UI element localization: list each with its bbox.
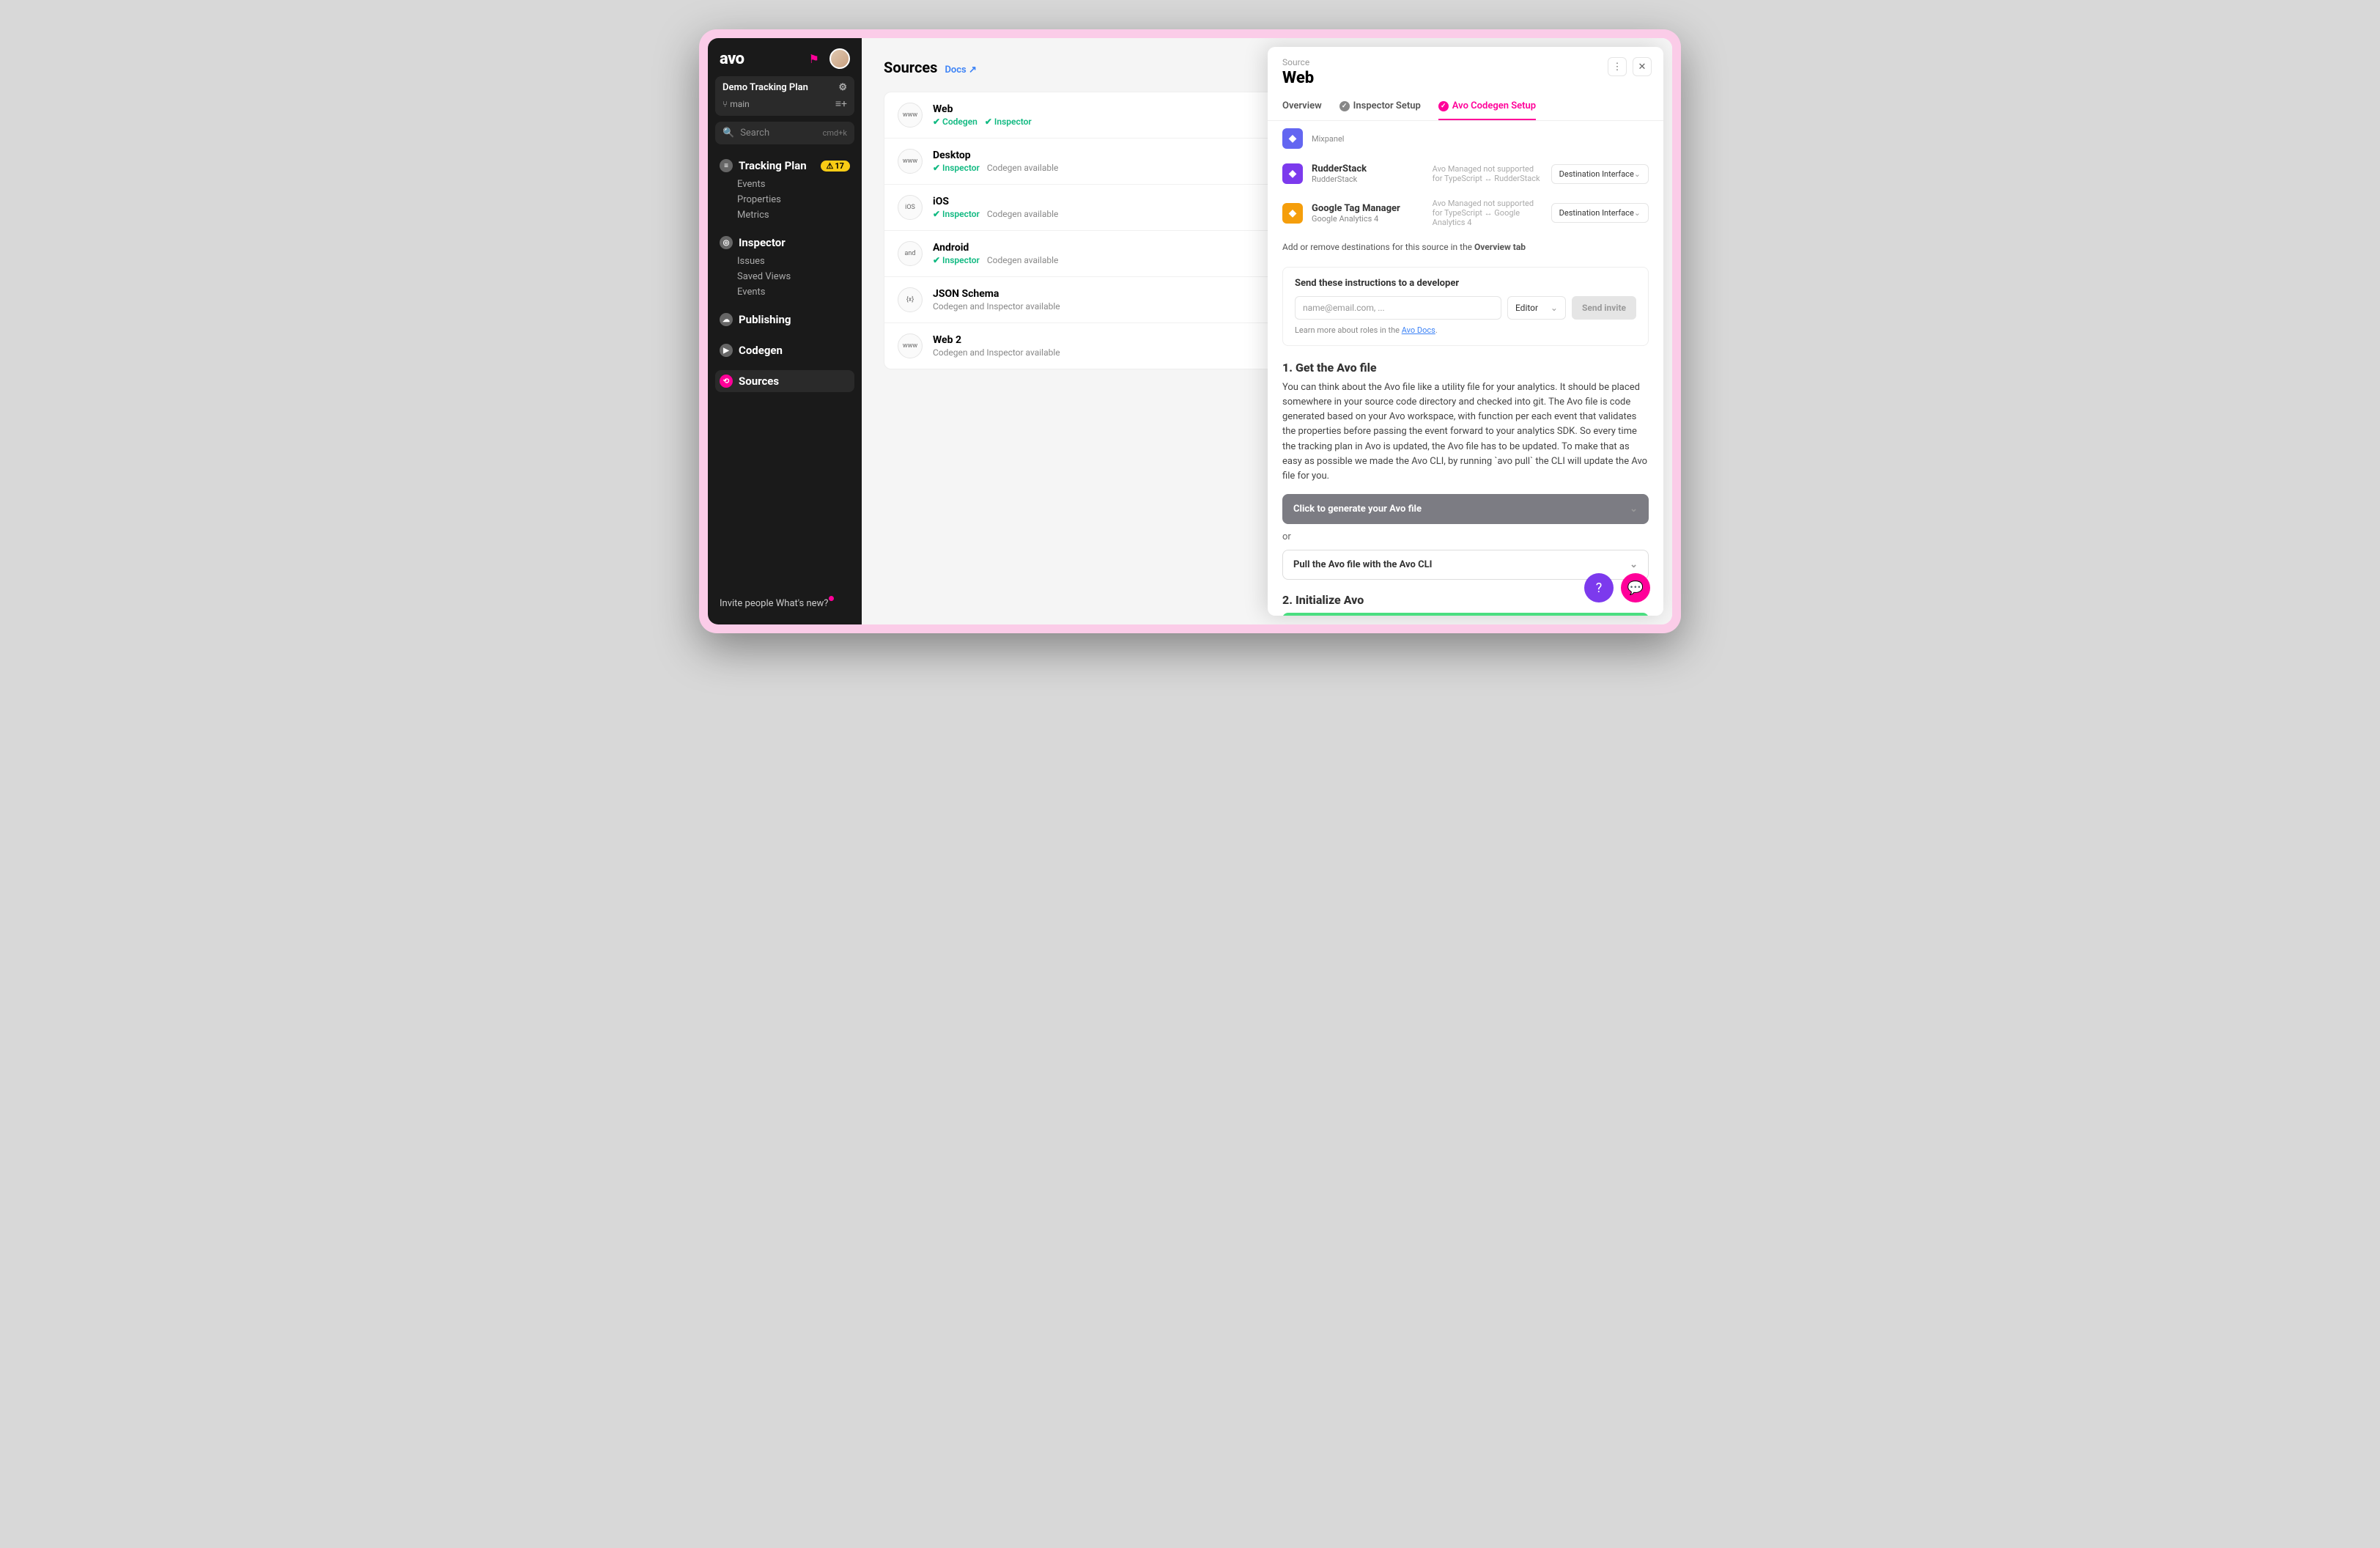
workspace-name: Demo Tracking Plan xyxy=(722,82,808,93)
close-icon[interactable]: ✕ xyxy=(1633,57,1652,76)
source-title: Web xyxy=(1282,69,1649,87)
codegen-icon: ▶ xyxy=(720,344,733,357)
nav-publishing[interactable]: ☁ Publishing xyxy=(715,309,854,331)
destination-icon: ◆ xyxy=(1282,203,1303,224)
destination-icon: ◆ xyxy=(1282,163,1303,184)
add-branch-icon[interactable]: ≡+ xyxy=(835,97,847,110)
destination-name: Google Tag Manager xyxy=(1312,203,1424,214)
branch-name: ⑂ main xyxy=(722,99,750,109)
chevron-down-icon: ⌄ xyxy=(1630,504,1638,515)
or-text: or xyxy=(1282,531,1649,542)
source-icon: www xyxy=(898,149,923,174)
issues-badge: ⚠ 17 xyxy=(821,161,851,172)
source-icon: and xyxy=(898,241,923,266)
nav-inspector[interactable]: ◎ Inspector xyxy=(715,232,854,254)
publishing-icon: ☁ xyxy=(720,313,733,326)
nav-events[interactable]: Events xyxy=(737,177,854,192)
generate-avo-button[interactable]: Click to generate your Avo file⌄ xyxy=(1282,494,1649,524)
destination-row: ◆ Mixpanel xyxy=(1282,121,1649,156)
destination-sub: Google Analytics 4 xyxy=(1312,214,1424,224)
destination-note: Avo Managed not supported for TypeScript… xyxy=(1433,199,1542,227)
source-icon: www xyxy=(898,103,923,128)
breadcrumb: Source xyxy=(1282,57,1649,67)
destination-row: ◆ RudderStack RudderStack Avo Managed no… xyxy=(1282,156,1649,191)
destination-mode-select[interactable]: Destination Interface⌄ xyxy=(1551,203,1649,223)
avatar[interactable] xyxy=(829,48,850,69)
step1-title: 1. Get the Avo file xyxy=(1282,361,1649,375)
send-invite-button[interactable]: Send invite xyxy=(1572,296,1636,320)
tracking-plan-icon: ≡ xyxy=(720,159,733,172)
nav-issues[interactable]: Issues xyxy=(737,254,854,269)
chat-button[interactable]: 💬 xyxy=(1621,573,1650,602)
avo-docs-link[interactable]: Avo Docs xyxy=(1402,325,1435,335)
search-input[interactable]: 🔍 Search cmd+k xyxy=(715,122,854,144)
search-icon: 🔍 xyxy=(722,128,734,139)
workspace-switcher[interactable]: Demo Tracking Plan ⚙ ⑂ main ≡+ xyxy=(715,76,854,116)
nav-sources[interactable]: ⟲ Sources xyxy=(715,370,854,392)
flag-icon[interactable]: ⚑ xyxy=(809,52,819,66)
learn-more: Learn more about roles in the Avo Docs. xyxy=(1295,325,1636,335)
source-detail-panel: Source Web ⋮ ✕ Overview ✓Inspector Setup… xyxy=(1268,47,1663,616)
tab-inspector-setup[interactable]: ✓Inspector Setup xyxy=(1339,95,1421,120)
source-icon: iOS xyxy=(898,195,923,220)
logo: avo xyxy=(720,50,744,68)
chevron-down-icon: ⌄ xyxy=(1630,559,1638,570)
destination-sub: RudderStack xyxy=(1312,174,1424,184)
destination-icon: ◆ xyxy=(1282,128,1303,149)
nav-tracking-plan[interactable]: ≡ Tracking Plan ⚠ 17 xyxy=(715,155,854,177)
more-icon[interactable]: ⋮ xyxy=(1608,57,1627,76)
check-icon: ✓ xyxy=(1438,101,1449,111)
invite-people[interactable]: Invite people xyxy=(720,596,774,611)
destination-note: Add or remove destinations for this sour… xyxy=(1282,242,1649,252)
gear-icon[interactable]: ⚙ xyxy=(838,82,847,93)
role-select[interactable]: Editor⌄ xyxy=(1507,296,1566,320)
tab-codegen-setup[interactable]: ✓Avo Codegen Setup xyxy=(1438,95,1536,120)
nav-inspector-events[interactable]: Events xyxy=(737,284,854,300)
destination-mode-select[interactable]: Destination Interface⌄ xyxy=(1551,164,1649,184)
destination-sub: Mixpanel xyxy=(1312,134,1536,144)
source-icon: www xyxy=(898,333,923,358)
avo-initialized-banner[interactable]: ✓ Avo successfully initialized! ⌄ xyxy=(1282,613,1649,616)
nav-metrics[interactable]: Metrics xyxy=(737,207,854,223)
chevron-down-icon: ⌄ xyxy=(1551,303,1558,313)
shortcut-hint: cmd+k xyxy=(823,128,847,138)
sidebar: avo ⚑ Demo Tracking Plan ⚙ ⑂ main ≡+ 🔍 S… xyxy=(708,38,862,624)
help-button[interactable]: ? xyxy=(1584,573,1614,602)
destination-note: Avo Managed not supported for TypeScript… xyxy=(1433,164,1542,183)
sources-icon: ⟲ xyxy=(720,375,733,388)
inspector-icon: ◎ xyxy=(720,236,733,249)
invite-title: Send these instructions to a developer xyxy=(1295,278,1636,289)
email-field[interactable]: name@email.com, ... xyxy=(1295,296,1501,320)
page-title: Sources xyxy=(884,59,937,76)
tab-overview[interactable]: Overview xyxy=(1282,95,1322,120)
source-icon: {x} xyxy=(898,287,923,312)
docs-link[interactable]: Docs ↗ xyxy=(945,64,976,75)
invite-developer-box: Send these instructions to a developer n… xyxy=(1282,267,1649,346)
destination-row: ◆ Google Tag Manager Google Analytics 4 … xyxy=(1282,191,1649,235)
step1-body: You can think about the Avo file like a … xyxy=(1282,380,1649,484)
nav-saved-views[interactable]: Saved Views xyxy=(737,269,854,284)
destination-name: RudderStack xyxy=(1312,163,1424,174)
check-icon: ✓ xyxy=(1339,101,1350,111)
nav-codegen[interactable]: ▶ Codegen xyxy=(715,339,854,361)
nav-properties[interactable]: Properties xyxy=(737,192,854,207)
whats-new[interactable]: What's new? xyxy=(776,596,829,611)
